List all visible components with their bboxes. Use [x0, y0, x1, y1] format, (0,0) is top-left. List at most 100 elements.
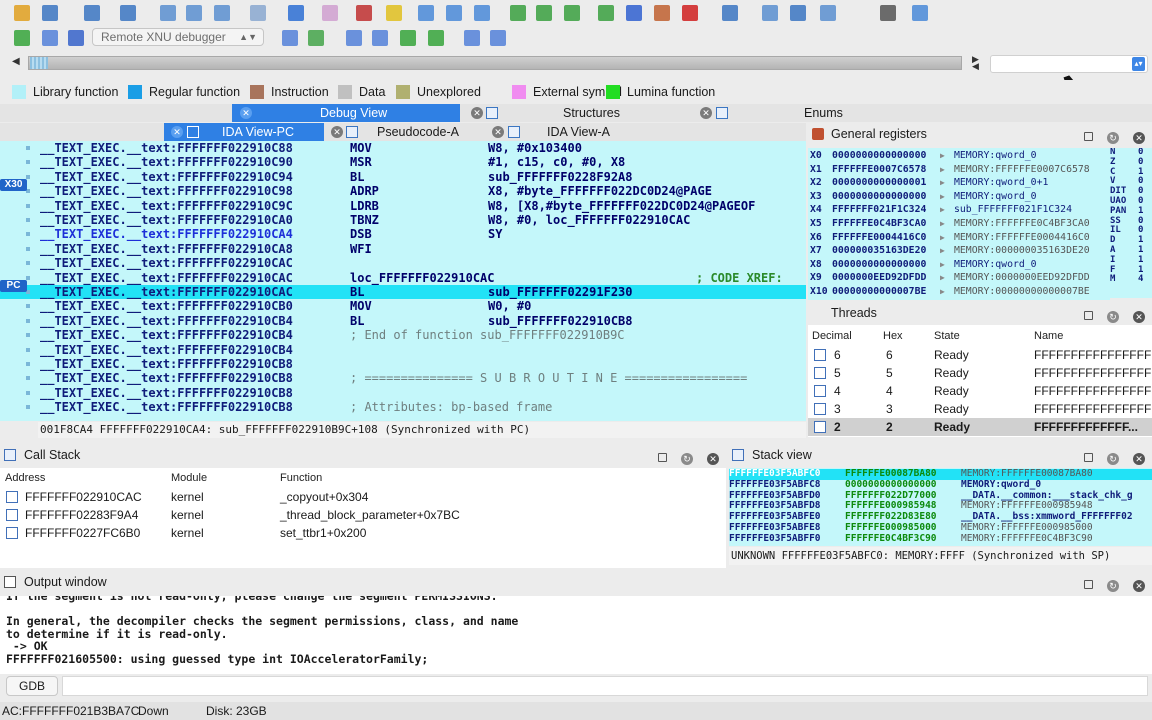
flags-list[interactable]: N 0 Z 0 C 1 V 0 DIT 0 UAO 0 PAN 1 SS 0 IL 0 D 1 A 1 I 1 F 1 M 4: [1110, 148, 1152, 298]
jump-arrow-icon[interactable]: ▶: [940, 231, 945, 245]
jump-arrow-icon[interactable]: ▶: [940, 271, 945, 285]
breakpoint-dot-icon[interactable]: [26, 376, 30, 381]
breakpoint-dot-icon[interactable]: [26, 275, 30, 280]
disasm-line[interactable]: __TEXT_EXEC.__text:FFFFFFF022910CB4: [0, 343, 806, 357]
register-row[interactable]: X6 FFFFFFE0004416C0 ▶ MEMORY:FFFFFFE0004416…: [808, 231, 1110, 245]
close-icon[interactable]: ✕: [1133, 453, 1145, 465]
callstack-column-header[interactable]: Function: [280, 472, 322, 484]
step-out-icon[interactable]: [428, 30, 444, 46]
register-row[interactable]: X3 0000000000000000 ▶ MEMORY:qword_0: [808, 190, 1110, 204]
maximize-icon[interactable]: [1084, 132, 1093, 141]
stack-view[interactable]: FFFFFFE03F5ABFC0 FFFFFFE00087BA80 MEMORY:F…: [729, 468, 1152, 546]
flag-row[interactable]: IL 0: [1110, 225, 1152, 236]
plugin-icon[interactable]: [722, 5, 738, 21]
callstack-row[interactable]: FFFFFFF02283F9A4 kernel _thread_block_para…: [0, 506, 726, 524]
debugger-select[interactable]: Remote XNU debugger ▲▼: [92, 28, 264, 46]
add-icon[interactable]: [536, 5, 552, 21]
breakpoints-icon[interactable]: [464, 30, 480, 46]
jump-arrow-icon[interactable]: ▶: [940, 149, 945, 163]
register-row[interactable]: X10 00000000000007BE ▶ MEMORY:0000000000000…: [808, 285, 1110, 299]
maximize-icon[interactable]: [658, 453, 667, 462]
breakpoint-dot-icon[interactable]: [26, 405, 30, 410]
breakpoint-dot-icon[interactable]: [26, 246, 30, 251]
disasm-line[interactable]: __TEXT_EXEC.__text:FFFFFFF022910CB8: [0, 386, 806, 400]
flag-row[interactable]: Z0: [1110, 157, 1152, 168]
forward-icon[interactable]: [120, 5, 136, 21]
breakpoint-dot-icon[interactable]: [26, 218, 30, 222]
text-icon[interactable]: [322, 5, 338, 21]
threads-column-header[interactable]: State: [934, 330, 960, 342]
detach-icon[interactable]: [308, 30, 324, 46]
jump-arrow-icon[interactable]: ▶: [940, 190, 945, 204]
open-icon[interactable]: [14, 5, 30, 21]
layout-icon[interactable]: [820, 5, 836, 21]
breakpoint-dot-icon[interactable]: [26, 333, 30, 338]
search-text-icon[interactable]: [386, 5, 402, 21]
stack-row[interactable]: FFFFFFE03F5ABFF0 FFFFFFE0C4BF3C90 MEMORY:F…: [729, 533, 1152, 545]
breakpoint-dot-icon[interactable]: [26, 261, 30, 266]
threads-column-header[interactable]: Hex: [883, 330, 903, 342]
tab-ida-view-a[interactable]: IDA View-A: [547, 123, 610, 141]
disasm-line[interactable]: __TEXT_EXEC.__text:FFFFFFF022910C9C LDRB W…: [0, 199, 806, 213]
threads-column-header[interactable]: Name: [1034, 330, 1063, 342]
jump-arrow-icon[interactable]: ▶: [940, 285, 945, 299]
disasm-line[interactable]: __TEXT_EXEC.__text:FFFFFFF022910CB4 ; End…: [0, 328, 806, 342]
script-icon[interactable]: [682, 5, 698, 21]
disasm-line[interactable]: __TEXT_EXEC.__text:FFFFFFF022910CA8 WFI: [0, 242, 806, 256]
close-icon[interactable]: ✕: [331, 126, 343, 138]
stop-debug-icon[interactable]: [68, 30, 84, 46]
tab-enums[interactable]: Enums: [804, 104, 843, 122]
register-row[interactable]: X1 FFFFFFE0007C6578 ▶ MEMORY:FFFFFFE0007C65…: [808, 163, 1110, 177]
tools-icon[interactable]: [912, 5, 928, 21]
close-icon[interactable]: ✕: [471, 107, 483, 119]
jump-arrow-icon[interactable]: ▶: [940, 258, 945, 272]
breakpoint-dot-icon[interactable]: [26, 160, 30, 165]
breakpoint-dot-icon[interactable]: [26, 174, 30, 179]
close-icon[interactable]: ✕: [1133, 580, 1145, 592]
chevron-updown-icon[interactable]: ▴▾: [1132, 57, 1145, 71]
disasm-line[interactable]: __TEXT_EXEC.__text:FFFFFFF022910CB8 ; ===…: [0, 371, 806, 385]
register-row[interactable]: X2 0000000000000001 ▶ MEMORY:qword_0+1: [808, 176, 1110, 190]
navigation-cursor[interactable]: [30, 57, 48, 69]
float-icon[interactable]: ↻: [1107, 580, 1119, 592]
stack-row[interactable]: FFFFFFE03F5ABFE8 FFFFFFE000985000 MEMORY:F…: [729, 522, 1152, 534]
nav-arrows-icon[interactable]: ▶ ◀: [972, 55, 979, 71]
tracing-icon[interactable]: [490, 30, 506, 46]
step-into-icon[interactable]: [346, 30, 362, 46]
nav-search-input[interactable]: ▴▾: [990, 55, 1148, 73]
register-row[interactable]: X7 000000035163DE20 ▶ MEMORY:000000035163DE…: [808, 244, 1110, 258]
find-icon[interactable]: [214, 5, 230, 21]
breakpoint-dot-icon[interactable]: [26, 347, 30, 352]
hex-icon[interactable]: [446, 5, 462, 21]
callstack-row[interactable]: FFFFFFF022910CAC kernel _copyout+0x304: [0, 488, 726, 506]
play-icon[interactable]: [14, 30, 30, 46]
flag-row[interactable]: D1: [1110, 235, 1152, 246]
disasm-line[interactable]: __TEXT_EXEC.__text:FFFFFFF022910CAC BL sub…: [0, 285, 806, 300]
flag-row[interactable]: I1: [1110, 255, 1152, 266]
image-icon[interactable]: [356, 5, 372, 21]
jump-arrow-icon[interactable]: ▶: [940, 163, 945, 177]
flag-row[interactable]: C1: [1110, 167, 1152, 178]
jump-arrow-icon[interactable]: ▶: [940, 217, 945, 231]
disasm-line[interactable]: __TEXT_EXEC.__text:FFFFFFF022910C94 BL sub…: [0, 170, 806, 184]
window-icon[interactable]: [762, 5, 778, 21]
save-icon[interactable]: [42, 5, 58, 21]
step-over-icon[interactable]: [372, 30, 388, 46]
tab-structures[interactable]: Structures: [563, 104, 620, 122]
delete-icon[interactable]: [598, 5, 614, 21]
disasm-line[interactable]: __TEXT_EXEC.__text:FFFFFFF022910CB8 ; Att…: [0, 400, 806, 414]
breakpoint-dot-icon[interactable]: [26, 232, 30, 237]
jump-arrow-icon[interactable]: ▶: [940, 203, 945, 217]
register-row[interactable]: X8 0000000000000000 ▶ MEMORY:qword_0: [808, 258, 1110, 272]
disasm-line[interactable]: __TEXT_EXEC.__text:FFFFFFF022910C98 ADRP X…: [0, 184, 806, 198]
folder-icon[interactable]: [880, 5, 896, 21]
flag-row[interactable]: M4: [1110, 274, 1152, 285]
attach-icon[interactable]: [282, 30, 298, 46]
close-icon[interactable]: ✕: [492, 126, 504, 138]
command-input[interactable]: [62, 676, 1148, 696]
disasm-line[interactable]: __TEXT_EXEC.__text:FFFFFFF022910CA0 TBNZ W…: [0, 213, 806, 227]
register-row[interactable]: X4 FFFFFFF021F1C324 ▶ sub_FFFFFFF021F1C324: [808, 203, 1110, 217]
thread-row[interactable]: 3 3 Ready FFFFFFFFFFFFFFFF: [808, 400, 1152, 418]
search-icon[interactable]: [250, 5, 266, 21]
graph-icon[interactable]: [418, 5, 434, 21]
